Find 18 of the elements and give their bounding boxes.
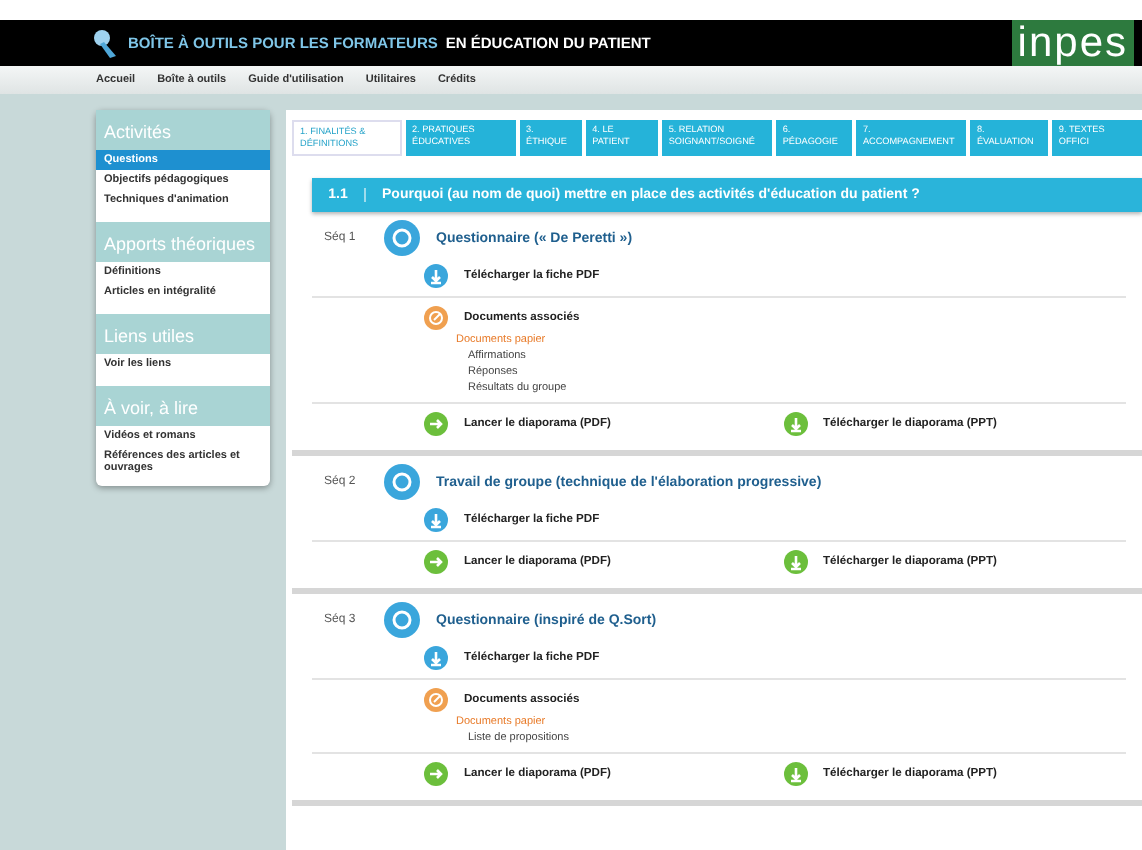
download-icon: [783, 550, 807, 574]
sidebar-heading: Activités: [96, 110, 270, 150]
target-icon: [384, 220, 420, 256]
sidebar-heading: À voir, à lire: [96, 386, 270, 426]
download-icon: [424, 264, 448, 288]
download-icon: [783, 412, 807, 436]
target-icon: [384, 464, 420, 500]
download-icon: [424, 508, 448, 532]
download-icon: [783, 762, 807, 786]
sidebar-heading: Liens utiles: [96, 314, 270, 354]
logo: inpes: [1011, 20, 1134, 66]
download-icon: [424, 646, 448, 670]
sidebar-heading: Apports théoriques: [96, 222, 270, 262]
arrow-icon: [424, 412, 448, 436]
logo-icon: [92, 27, 120, 59]
arrow-icon: [424, 550, 448, 574]
target-icon: [384, 602, 420, 638]
arrow-icon: [424, 762, 448, 786]
